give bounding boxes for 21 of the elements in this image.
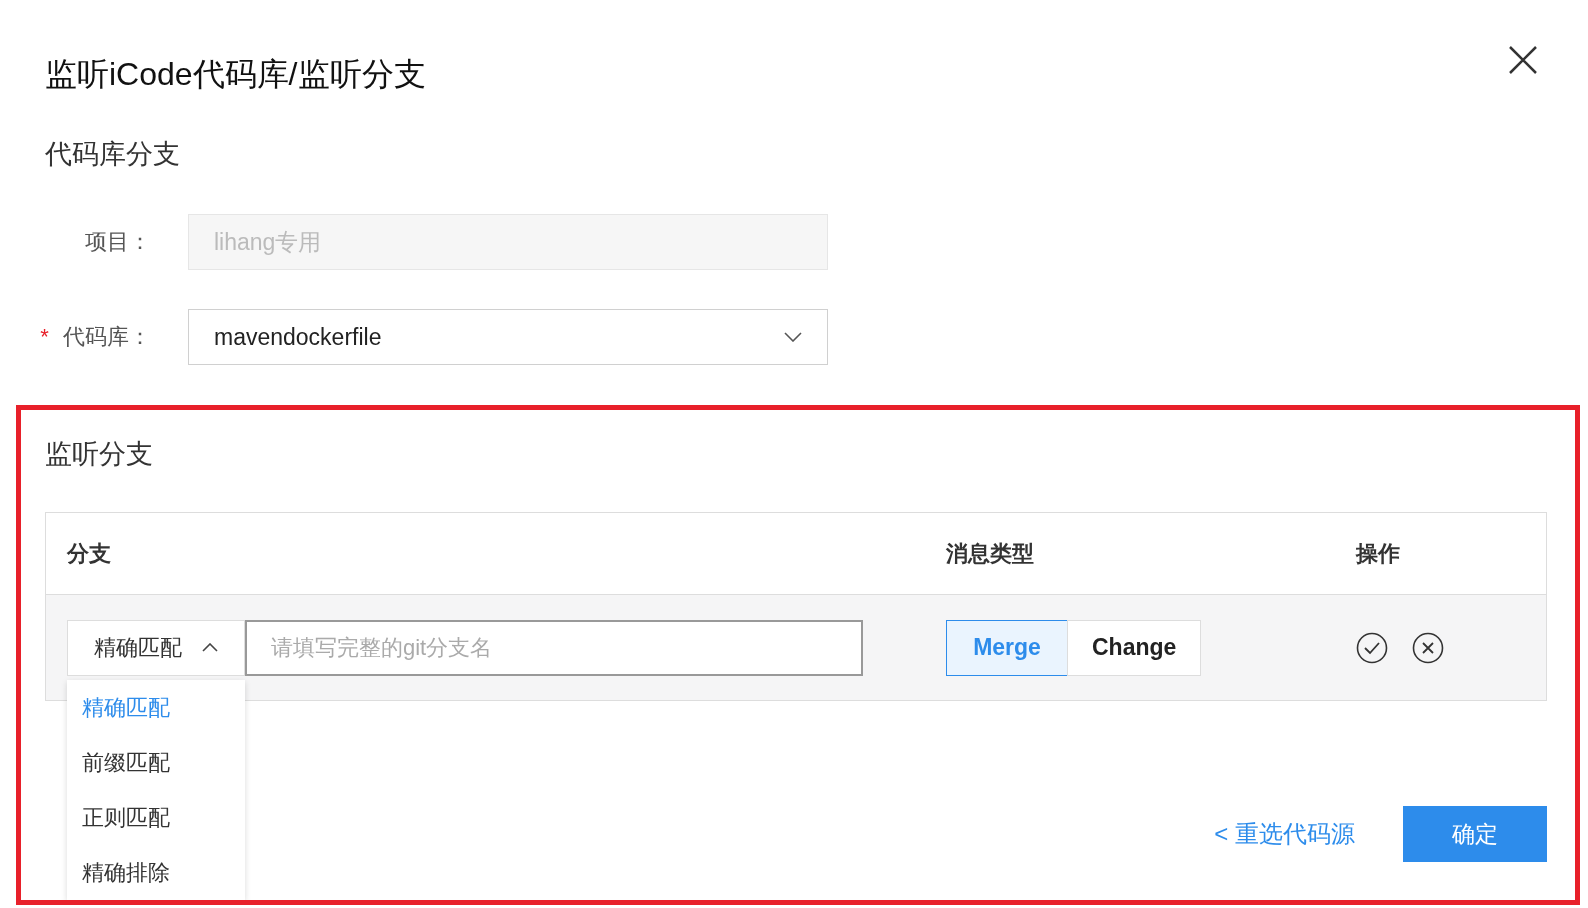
dropdown-option[interactable]: 精确排除: [67, 844, 245, 900]
dropdown-option[interactable]: 前缀匹配: [67, 734, 245, 790]
chevron-up-icon: [202, 643, 218, 652]
chevron-down-icon: [784, 332, 802, 342]
branch-input[interactable]: 请填写完整的git分支名: [245, 619, 863, 676]
section-title: 监听分支: [45, 438, 154, 471]
column-header: 分支: [66, 539, 112, 568]
column-header: 消息类型: [946, 539, 1035, 568]
confirm-icon[interactable]: [1356, 631, 1388, 664]
dropdown-option[interactable]: 正则匹配: [67, 789, 245, 845]
close-icon[interactable]: [1508, 45, 1538, 75]
message-type-button[interactable]: Change: [1067, 619, 1202, 676]
field-label: 代码库：: [63, 324, 151, 349]
section-title: 代码库分支: [45, 138, 181, 171]
dialog-title: 监听iCode代码库/监听分支: [45, 55, 426, 94]
required-mark: *: [40, 324, 49, 349]
match-select[interactable]: 精确匹配: [67, 619, 245, 676]
repository-select[interactable]: mavendockerfile: [188, 309, 828, 365]
cancel-icon[interactable]: [1412, 631, 1444, 664]
field-label: 项目：: [85, 229, 151, 254]
column-header: 操作: [1356, 539, 1401, 568]
